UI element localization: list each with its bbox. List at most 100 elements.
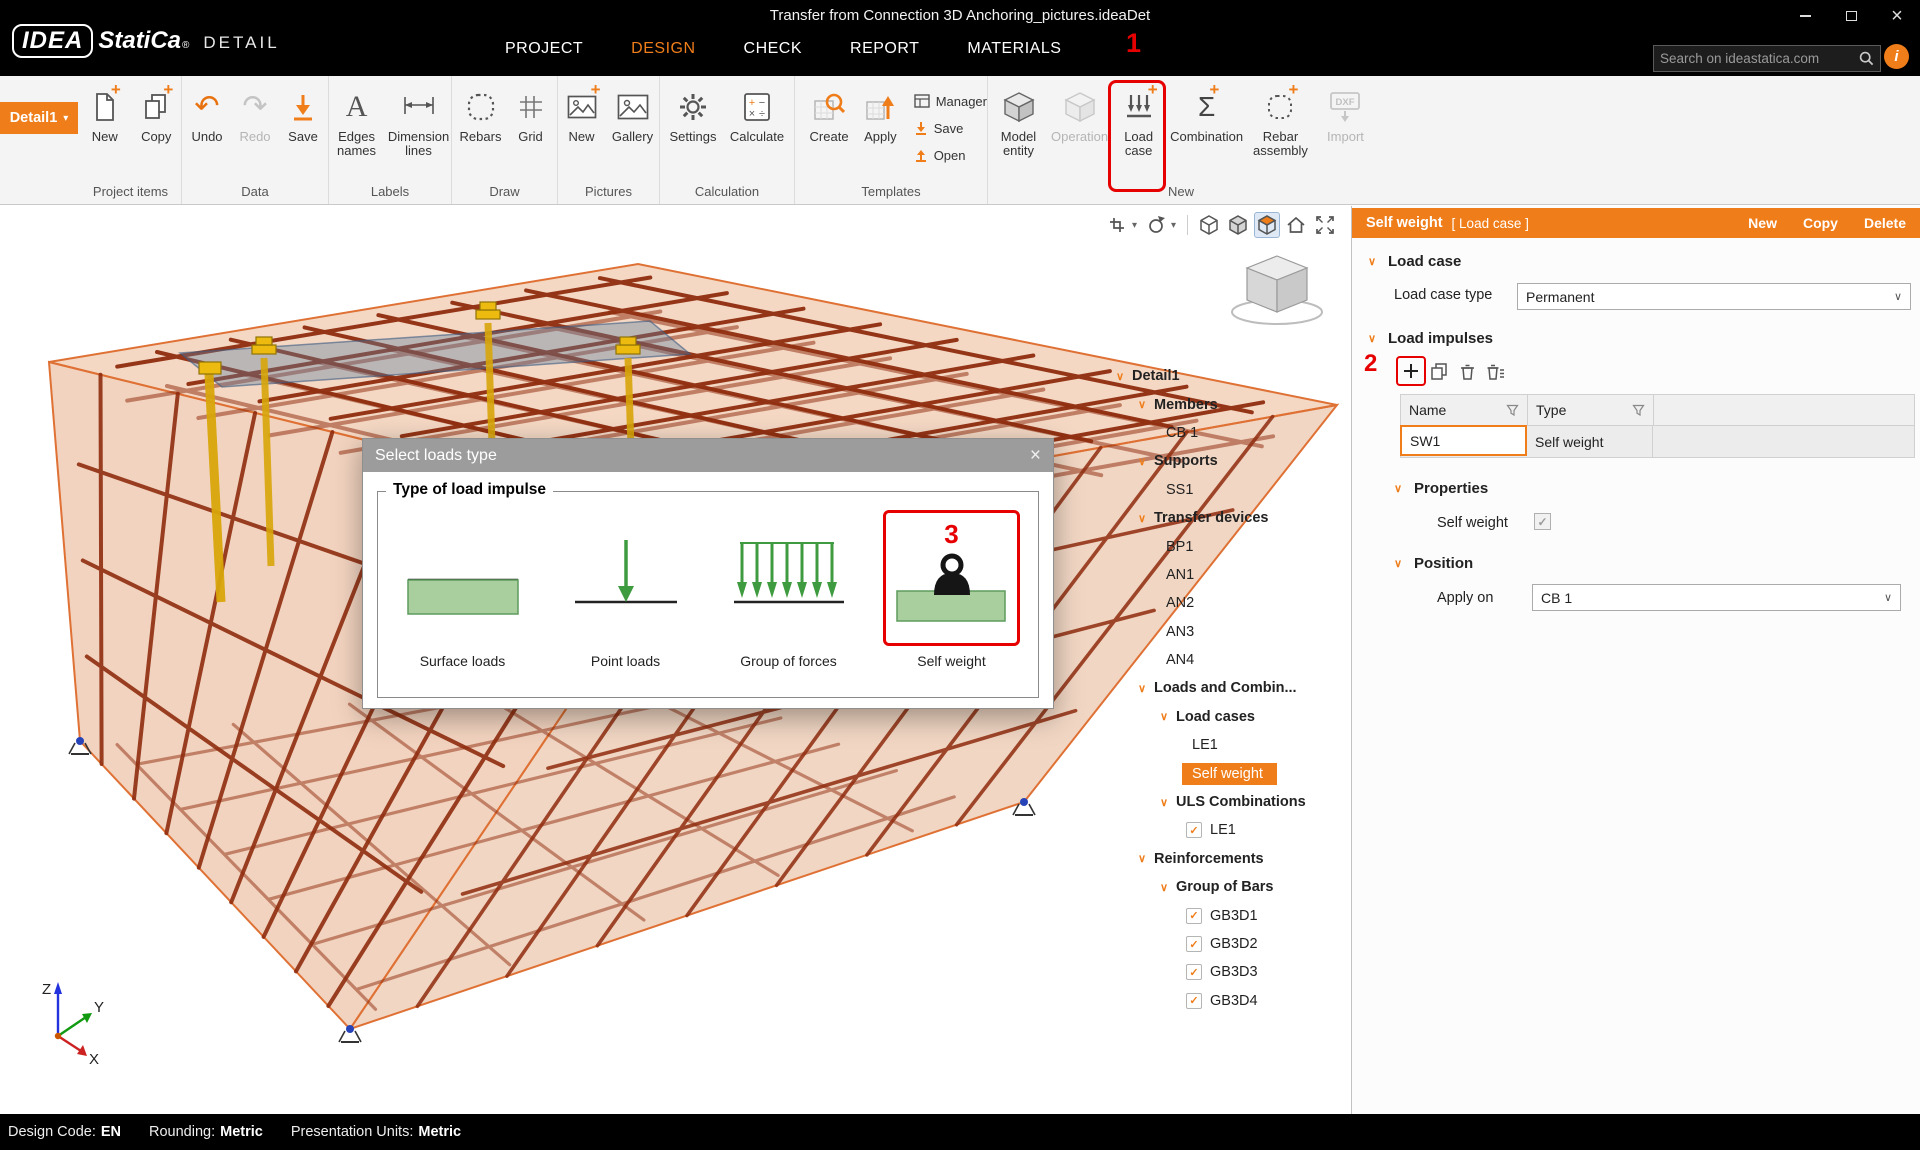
- tree-item-bp1[interactable]: BP1: [1106, 532, 1350, 560]
- cell-type[interactable]: Self weight: [1527, 426, 1653, 457]
- button-label: Create: [810, 130, 849, 144]
- tree-item-cb1[interactable]: CB 1: [1106, 419, 1350, 447]
- save-button[interactable]: Save: [280, 85, 326, 144]
- load-case-type-select[interactable]: Permanent ∨: [1517, 283, 1911, 310]
- filter-icon[interactable]: [1506, 404, 1519, 416]
- orbit-view-button[interactable]: [1143, 212, 1169, 238]
- tree-item-loads-and-combinations[interactable]: ∨Loads and Combin...: [1106, 674, 1350, 702]
- tree-item-load-cases[interactable]: ∨Load cases: [1106, 703, 1350, 731]
- tree-item-uls-combinations[interactable]: ∨ULS Combinations: [1106, 788, 1350, 816]
- new-project-item-button[interactable]: + New: [80, 85, 130, 144]
- undo-button[interactable]: ↶ Undo: [184, 85, 230, 144]
- minimize-button[interactable]: [1782, 0, 1828, 32]
- add-load-impulse-button[interactable]: [1399, 359, 1423, 383]
- combination-button[interactable]: Σ+ Combination: [1169, 85, 1244, 144]
- close-button[interactable]: ×: [1874, 0, 1920, 32]
- subsection-position[interactable]: ∨ Position: [1394, 555, 1473, 572]
- option-surface-loads[interactable]: Surface loads: [394, 510, 531, 669]
- delete-all-load-impulses-button[interactable]: [1483, 359, 1507, 383]
- option-self-weight[interactable]: 3 Self weight: [883, 510, 1020, 669]
- dimension-lines-button[interactable]: Dimension lines: [386, 85, 451, 158]
- new-picture-button[interactable]: + New: [559, 85, 605, 144]
- copy-action[interactable]: Copy: [1803, 215, 1838, 231]
- filter-icon[interactable]: [1632, 404, 1645, 416]
- chevron-down-icon[interactable]: ▾: [1132, 220, 1137, 231]
- copy-load-impulse-button[interactable]: [1427, 359, 1451, 383]
- menu-report[interactable]: REPORT: [850, 40, 919, 58]
- tree-item-gb3d4[interactable]: ✓GB3D4: [1106, 987, 1350, 1015]
- close-icon[interactable]: ×: [1030, 445, 1041, 467]
- template-manager-button[interactable]: Manager: [914, 89, 987, 113]
- new-action[interactable]: New: [1748, 215, 1777, 231]
- rebars-button[interactable]: Rebars: [456, 85, 506, 144]
- info-badge[interactable]: i: [1884, 44, 1909, 69]
- checkbox-checked-icon[interactable]: ✓: [1186, 822, 1202, 838]
- menu-design[interactable]: DESIGN: [631, 40, 695, 58]
- gallery-button[interactable]: Gallery: [607, 85, 659, 144]
- delete-action[interactable]: Delete: [1864, 215, 1906, 231]
- tree-item-an1[interactable]: AN1: [1106, 561, 1350, 589]
- chevron-down-icon[interactable]: ▾: [1171, 220, 1176, 231]
- menu-materials[interactable]: MATERIALS: [967, 40, 1061, 58]
- subsection-properties[interactable]: ∨ Properties: [1394, 480, 1488, 497]
- menu-project[interactable]: PROJECT: [505, 40, 583, 58]
- tree-item-ss1[interactable]: SS1: [1106, 476, 1350, 504]
- tree-item-reinforcements[interactable]: ∨Reinforcements: [1106, 845, 1350, 873]
- calculate-button[interactable]: +−×÷ Calculate: [724, 85, 790, 144]
- section-load-impulses[interactable]: ∨ Load impulses: [1368, 330, 1493, 347]
- navigation-cube[interactable]: [1230, 248, 1325, 330]
- copy-project-item-button[interactable]: + Copy: [132, 85, 182, 144]
- tree-item-supports[interactable]: ∨Supports: [1106, 447, 1350, 475]
- rebar-assembly-button[interactable]: + Rebar assembly: [1246, 85, 1315, 158]
- cell-name[interactable]: SW1: [1400, 425, 1527, 456]
- grid-button[interactable]: Grid: [508, 85, 554, 144]
- checkbox-checked-icon[interactable]: ✓: [1186, 993, 1202, 1009]
- tree-item-detail1[interactable]: ∨Detail1: [1106, 362, 1350, 390]
- column-header-name[interactable]: Name: [1401, 395, 1528, 425]
- model-entity-button[interactable]: Model entity: [988, 85, 1049, 158]
- home-view-button[interactable]: [1283, 212, 1309, 238]
- search-icon[interactable]: [1859, 51, 1874, 66]
- tree-item-self-weight-selected[interactable]: Self weight: [1106, 759, 1350, 787]
- search-input[interactable]: [1660, 51, 1859, 66]
- load-case-button[interactable]: + Load case: [1110, 85, 1167, 158]
- maximize-button[interactable]: [1828, 0, 1874, 32]
- dialog-titlebar[interactable]: Select loads type ×: [363, 439, 1053, 472]
- shaded-view-button[interactable]: [1254, 212, 1280, 238]
- tree-item-gb3d3[interactable]: ✓GB3D3: [1106, 958, 1350, 986]
- settings-button[interactable]: Settings: [664, 85, 722, 144]
- template-open-button[interactable]: Open: [914, 143, 987, 167]
- checkbox-checked-icon[interactable]: ✓: [1186, 964, 1202, 980]
- tree-item-group-of-bars[interactable]: ∨Group of Bars: [1106, 873, 1350, 901]
- project-item-tab[interactable]: Detail1 ▾: [0, 102, 78, 134]
- tree-item-le1[interactable]: LE1: [1106, 731, 1350, 759]
- apply-on-select[interactable]: CB 1 ∨: [1532, 584, 1901, 611]
- apply-template-button[interactable]: Apply: [857, 85, 904, 144]
- solid-cube-button[interactable]: [1225, 212, 1251, 238]
- chevron-down-icon: ▾: [63, 113, 68, 124]
- checkbox-checked-icon[interactable]: ✓: [1186, 936, 1202, 952]
- section-load-case[interactable]: ∨ Load case: [1368, 253, 1461, 270]
- create-template-button[interactable]: Create: [803, 85, 855, 144]
- tree-item-members[interactable]: ∨Members: [1106, 390, 1350, 418]
- tree-item-an4[interactable]: AN4: [1106, 646, 1350, 674]
- button-label: Rebar assembly: [1247, 130, 1313, 158]
- option-point-loads[interactable]: Point loads: [557, 510, 694, 669]
- table-row-sw1[interactable]: SW1 Self weight: [1401, 426, 1914, 457]
- tree-item-le1-combination[interactable]: ✓LE1: [1106, 816, 1350, 844]
- tree-item-gb3d2[interactable]: ✓GB3D2: [1106, 930, 1350, 958]
- template-save-button[interactable]: Save: [914, 116, 987, 140]
- column-header-type[interactable]: Type: [1528, 395, 1654, 425]
- fullscreen-button[interactable]: [1312, 212, 1338, 238]
- checkbox-checked-icon[interactable]: ✓: [1186, 908, 1202, 924]
- menu-check[interactable]: CHECK: [744, 40, 803, 58]
- tree-item-transfer-devices[interactable]: ∨Transfer devices: [1106, 504, 1350, 532]
- edges-names-button[interactable]: A Edges names: [329, 85, 384, 158]
- tree-item-gb3d1[interactable]: ✓GB3D1: [1106, 901, 1350, 929]
- tree-item-an3[interactable]: AN3: [1106, 618, 1350, 646]
- tree-item-an2[interactable]: AN2: [1106, 589, 1350, 617]
- crop-view-button[interactable]: [1104, 212, 1130, 238]
- delete-load-impulse-button[interactable]: [1455, 359, 1479, 383]
- option-group-of-forces[interactable]: Group of forces: [720, 510, 857, 669]
- wireframe-cube-button[interactable]: [1196, 212, 1222, 238]
